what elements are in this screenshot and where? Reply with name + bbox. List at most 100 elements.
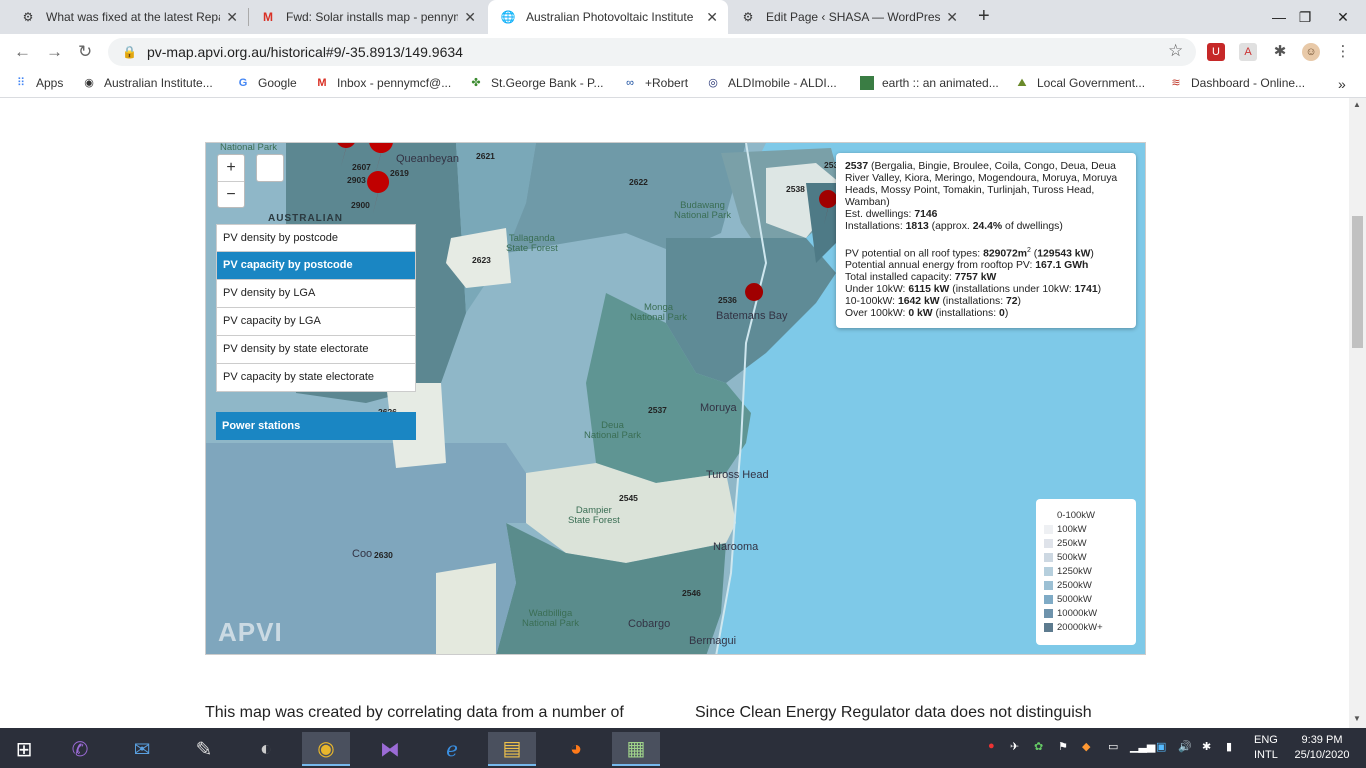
- system-clock[interactable]: 9:39 PM 25/10/2020: [1292, 733, 1352, 763]
- layer-pv-capacity-electorate[interactable]: PV capacity by state electorate: [216, 364, 416, 392]
- aldi-icon: ◎: [708, 77, 718, 89]
- calculator-app-icon[interactable]: ▦: [612, 732, 660, 766]
- bookmark-robert[interactable]: ∞ +Robert: [623, 76, 688, 90]
- power-stations-button[interactable]: Power stations: [216, 412, 416, 440]
- bookmark-star-icon[interactable]: ☆: [1168, 41, 1183, 61]
- zoom-out-button[interactable]: −: [218, 181, 244, 207]
- globe-icon: ◉: [84, 77, 94, 89]
- google-icon: G: [238, 77, 248, 89]
- info-installations: Installations: 1813 (approx. 24.4% of dw…: [845, 221, 1063, 232]
- legend-swatch: [1044, 608, 1053, 618]
- network-icon[interactable]: ▭: [1108, 740, 1118, 753]
- legend-swatch: [1044, 580, 1053, 590]
- scrollbar-thumb[interactable]: [1352, 216, 1363, 348]
- bookmark-apps[interactable]: ⠿ Apps: [14, 76, 63, 90]
- internet-explorer-icon[interactable]: ℯ: [428, 732, 476, 766]
- bookmark-aldimobile[interactable]: ◎ ALDImobile - ALDI...: [706, 76, 837, 90]
- browser-tab-1[interactable]: ⚙ What was fixed at the latest Repa ✕: [8, 0, 248, 34]
- scroll-down-icon[interactable]: ▼: [1353, 714, 1361, 723]
- tray-app-icon[interactable]: ✈: [1010, 740, 1019, 753]
- bookmark-google[interactable]: G Google: [236, 76, 297, 90]
- info-dwellings: Est. dwellings: 7146: [845, 209, 938, 220]
- layer-pv-density-postcode[interactable]: PV density by postcode: [216, 224, 416, 252]
- volume-icon[interactable]: 🔊: [1178, 740, 1192, 753]
- town-label: Coo: [352, 548, 373, 560]
- apps-grid-icon: ⠿: [16, 77, 26, 89]
- postcode-label: 2622: [629, 177, 648, 187]
- mail-app-icon[interactable]: ✉: [118, 732, 166, 766]
- settings-page-icon: ⚙: [22, 10, 34, 24]
- park-label: Dampier State Forest: [568, 505, 620, 526]
- scroll-up-icon[interactable]: ▲: [1353, 100, 1361, 109]
- battery-icon[interactable]: ▮: [1226, 740, 1232, 753]
- layer-pv-density-electorate[interactable]: PV density by state electorate: [216, 336, 416, 364]
- file-explorer-icon[interactable]: ▤: [488, 732, 536, 766]
- menu-kebab-icon[interactable]: ⋮: [1334, 43, 1352, 61]
- body-text-col2: Since Clean Energy Regulator data does n…: [695, 704, 1092, 721]
- contact-icon: ∞: [626, 77, 634, 89]
- extension-pdf-icon[interactable]: A: [1239, 43, 1257, 61]
- forward-arrow-icon[interactable]: →: [46, 42, 63, 62]
- bookmark-inbox[interactable]: M Inbox - pennymcf@...: [315, 76, 451, 90]
- close-tab-icon[interactable]: ✕: [706, 9, 718, 26]
- game-app-icon[interactable]: ◐: [242, 732, 290, 766]
- close-tab-icon[interactable]: ✕: [226, 9, 238, 26]
- bookmark-local-government[interactable]: ⛰ Local Government...: [1015, 76, 1145, 90]
- earth-icon: [860, 76, 874, 90]
- viber-icon[interactable]: ✆: [56, 732, 104, 766]
- firefox-icon[interactable]: ◕: [552, 732, 600, 766]
- postcode-info-panel: 2537 (Bergalia, Bingie, Broulee, Coila, …: [836, 153, 1136, 328]
- back-arrow-icon[interactable]: ←: [14, 42, 31, 62]
- more-bookmarks-icon[interactable]: »: [1338, 76, 1346, 92]
- close-tab-icon[interactable]: ✕: [464, 9, 476, 26]
- tray-app-icon[interactable]: ▣: [1156, 740, 1166, 753]
- postcode-label: 2536: [718, 295, 737, 305]
- browser-tab-2[interactable]: M Fwd: Solar installs map - pennym ✕: [248, 0, 486, 34]
- browser-tab-3[interactable]: 🌐 Australian Photovoltaic Institute ✕: [488, 0, 728, 34]
- gmail-icon: M: [263, 10, 273, 24]
- lock-icon: 🔒: [122, 45, 137, 59]
- bookmark-stgeorge[interactable]: ✤ St.George Bank - P...: [469, 76, 603, 90]
- legend-item: 500kW: [1044, 550, 1128, 564]
- info-over-100kw: Over 100kW: 0 kW (installations: 0): [845, 308, 1009, 320]
- layer-pv-density-lga[interactable]: PV density by LGA: [216, 280, 416, 308]
- new-tab-button[interactable]: +: [978, 5, 990, 28]
- tray-app-icon[interactable]: ◆: [1082, 740, 1090, 753]
- page-scrollbar[interactable]: ▲ ▼: [1349, 98, 1366, 728]
- legend-item: 250kW: [1044, 536, 1128, 550]
- legend-swatch: [1044, 622, 1053, 632]
- info-header: 2537 (Bergalia, Bingie, Broulee, Coila, …: [845, 161, 1118, 208]
- browser-tab-bar: ⚙ What was fixed at the latest Repa ✕ M …: [0, 0, 1366, 34]
- input-language[interactable]: ENG INTL: [1254, 733, 1278, 763]
- bluetooth-icon[interactable]: ✱: [1202, 740, 1211, 753]
- chrome-icon[interactable]: ◉: [302, 732, 350, 766]
- extensions-puzzle-icon[interactable]: ✱: [1271, 43, 1289, 61]
- extension-u-icon[interactable]: U: [1207, 43, 1225, 61]
- clock-date: 25/10/2020: [1294, 749, 1350, 761]
- browser-tab-4[interactable]: ⚙ Edit Page ‹ SHASA — WordPress ✕: [728, 0, 968, 34]
- bookmark-australian-institute[interactable]: ◉ Australian Institute...: [82, 76, 213, 90]
- tray-app-icon[interactable]: ●: [988, 740, 995, 752]
- bookmark-dashboard[interactable]: ≋ Dashboard - Online...: [1169, 76, 1305, 90]
- pv-map[interactable]: 2621 2622 2623 2538 2536 2537 2545 2546 …: [205, 142, 1146, 655]
- tray-flag-icon[interactable]: ⚑: [1058, 740, 1068, 753]
- notepad-app-icon[interactable]: ✎: [180, 732, 228, 766]
- zoom-in-button[interactable]: +: [218, 155, 244, 181]
- close-tab-icon[interactable]: ✕: [946, 9, 958, 26]
- signal-icon[interactable]: ▁▃▅: [1130, 740, 1155, 753]
- layer-pv-capacity-lga[interactable]: PV capacity by LGA: [216, 308, 416, 336]
- bookmark-earth[interactable]: earth :: an animated...: [860, 76, 999, 90]
- park-label: Tallaganda State Forest: [506, 233, 558, 254]
- close-window-button[interactable]: ✕: [1320, 0, 1366, 34]
- layer-pv-capacity-postcode[interactable]: PV capacity by postcode: [216, 252, 416, 280]
- visual-studio-icon[interactable]: ⧓: [366, 732, 414, 766]
- layers-toggle-button[interactable]: [256, 154, 284, 182]
- windows-start-icon[interactable]: ⊞: [0, 732, 48, 766]
- tray-app-icon[interactable]: ✿: [1034, 740, 1043, 753]
- address-bar[interactable]: 🔒 pv-map.apvi.org.au/historical#9/-35.89…: [108, 38, 1196, 66]
- profile-avatar[interactable]: ☺: [1302, 43, 1320, 61]
- tab-title: What was fixed at the latest Repa: [46, 10, 221, 24]
- apvi-watermark: APVI: [218, 617, 283, 647]
- reload-icon[interactable]: ↻: [78, 42, 92, 62]
- tab-title: Edit Page ‹ SHASA — WordPress: [766, 10, 941, 24]
